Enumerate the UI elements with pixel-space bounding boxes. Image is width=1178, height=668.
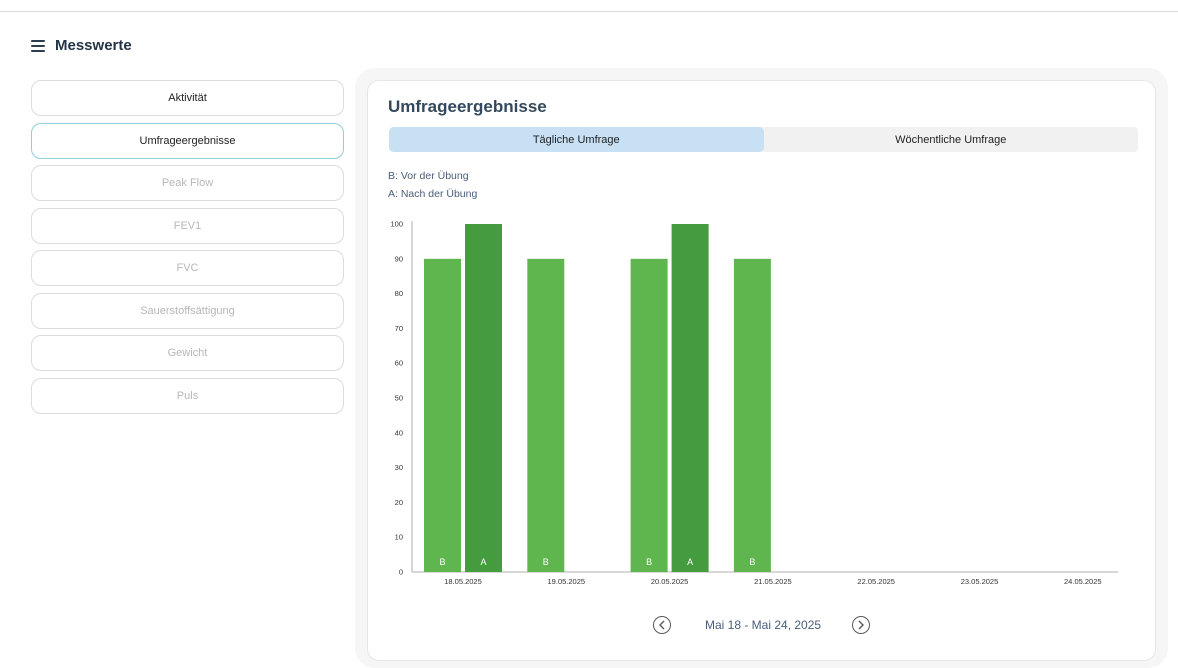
sidebar-item-label: FEV1: [173, 219, 202, 232]
chevron-right-icon[interactable]: [852, 616, 871, 634]
y-tick-label: 70: [395, 324, 403, 333]
y-tick-label: 10: [395, 533, 403, 542]
sidebar: Aktivität Umfrageergebnisse Peak Flow FE…: [31, 80, 344, 420]
x-tick-label: 20.05.2025: [651, 577, 689, 586]
survey-bar-chart: 0 10 20 30 40 50 60 70 80 90 100 B A 18.05.2025 B 19.05…: [390, 220, 1118, 586]
y-tick-label: 100: [390, 220, 403, 229]
x-tick-label: 19.05.2025: [548, 577, 586, 586]
y-tick-label: 90: [395, 254, 403, 263]
bar-b: [733, 258, 771, 572]
survey-results-panel: Umfrageergebnisse Tägliche Umfrage Wöche…: [367, 80, 1156, 661]
sidebar-item-sauerstoffsaettigung[interactable]: Sauerstoffsättigung: [31, 292, 344, 329]
bar-a: [465, 224, 502, 572]
sidebar-item-umfrageergebnisse[interactable]: Umfrageergebnisse: [31, 122, 344, 159]
bar-b: [630, 258, 668, 572]
x-tick-label: 24.05.2025: [1064, 577, 1102, 586]
date-pager: Mai 18 - Mai 24, 2025: [653, 616, 871, 634]
bar-b: [527, 258, 565, 572]
sidebar-item-gewicht[interactable]: Gewicht: [31, 335, 344, 371]
sidebar-item-label: Gewicht: [167, 347, 208, 359]
bar-label: A: [480, 557, 486, 567]
bar-a: [671, 224, 709, 572]
x-tick-label: 21.05.2025: [754, 577, 792, 586]
sidebar-item-label: Sauerstoffsättigung: [140, 304, 235, 317]
sidebar-item-fvc[interactable]: FVC: [31, 250, 344, 286]
y-tick-label: 30: [395, 463, 403, 472]
top-divider: [0, 11, 1178, 12]
bar-label: A: [687, 557, 693, 567]
x-tick-label: 18.05.2025: [444, 577, 482, 586]
sidebar-item-label: FVC: [176, 262, 199, 274]
bar-label: B: [749, 557, 755, 567]
page-header: Messwerte: [31, 37, 132, 54]
sidebar-item-aktivitaet[interactable]: Aktivität: [31, 80, 344, 116]
sidebar-item-puls[interactable]: Puls: [31, 377, 344, 414]
sidebar-item-label: Aktivität: [168, 92, 207, 104]
sidebar-item-fev1[interactable]: FEV1: [31, 207, 344, 244]
bar-label: B: [646, 557, 652, 567]
page-title: Messwerte: [55, 37, 132, 54]
sidebar-item-peak-flow[interactable]: Peak Flow: [31, 165, 344, 201]
y-tick-label: 40: [395, 428, 403, 437]
y-tick-label: 60: [395, 359, 403, 368]
bar-b: [424, 258, 461, 572]
date-range-label: Mai 18 - Mai 24, 2025: [705, 618, 822, 632]
x-tick-label: 22.05.2025: [857, 577, 895, 586]
bar-label: B: [543, 557, 549, 567]
x-tick-label: 23.05.2025: [961, 577, 999, 586]
sidebar-item-label: Puls: [176, 389, 199, 402]
y-tick-label: 0: [399, 568, 403, 577]
chevron-left-icon[interactable]: [653, 616, 671, 634]
y-tick-label: 20: [395, 498, 403, 507]
y-tick-label: 50: [395, 394, 403, 403]
sidebar-item-label: Umfrageergebnisse: [139, 134, 236, 147]
sidebar-item-label: Peak Flow: [161, 177, 214, 189]
bar-label: B: [439, 557, 445, 567]
hamburger-menu-icon[interactable]: [31, 39, 45, 52]
y-tick-label: 80: [395, 289, 403, 298]
